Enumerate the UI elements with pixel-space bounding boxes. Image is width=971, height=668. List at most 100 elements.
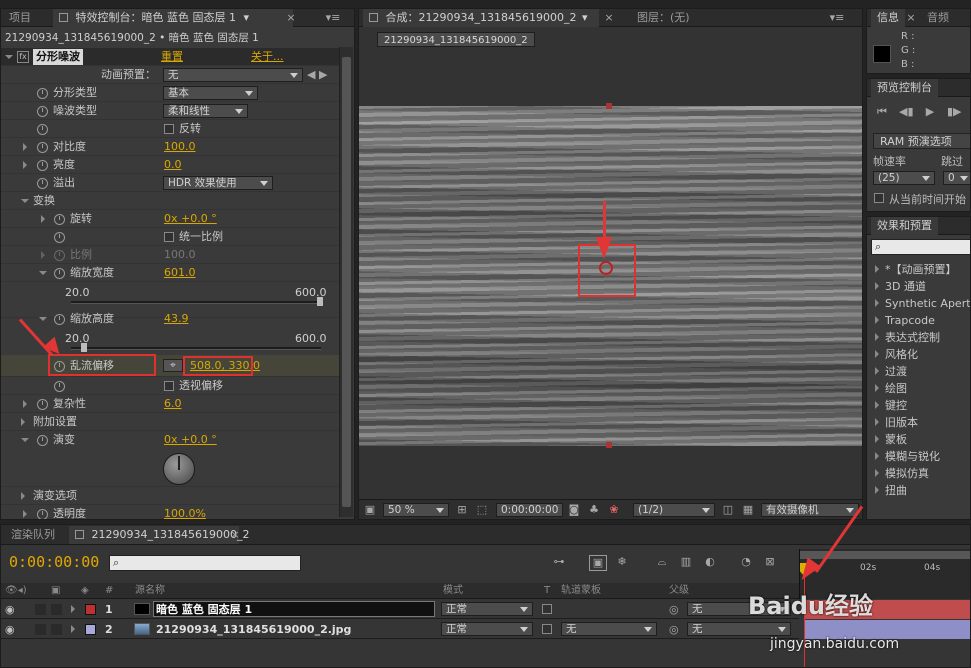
reset-link[interactable]: 重置: [161, 48, 183, 66]
close-tab-icon[interactable]: ×: [229, 528, 241, 542]
mode-header[interactable]: 模式: [443, 583, 463, 599]
color-channels-icon[interactable]: ❀: [607, 503, 621, 517]
lock-icon[interactable]: [75, 530, 84, 539]
crosshair-icon[interactable]: ⌖: [163, 359, 183, 372]
mask-view-icon[interactable]: ⬚: [475, 503, 489, 517]
frame-rate-dropdown[interactable]: (25): [873, 171, 935, 185]
timeline-search-input[interactable]: ⌕: [109, 555, 301, 571]
stopwatch-icon[interactable]: [54, 214, 65, 225]
snapshot-icon[interactable]: ◙: [567, 503, 581, 517]
layer-parent-dropdown[interactable]: 无: [687, 622, 791, 636]
stopwatch-icon[interactable]: [37, 178, 48, 189]
zoom-dropdown[interactable]: 50 %: [383, 503, 449, 517]
twirl-icon[interactable]: [875, 452, 879, 460]
hide-shy-icon[interactable]: ❄: [613, 555, 631, 569]
effects-list-item[interactable]: 绘图: [875, 380, 907, 397]
pickwhip-icon[interactable]: ◎: [669, 600, 679, 619]
lock-icon[interactable]: [369, 13, 378, 22]
transparency-grid-icon[interactable]: ▦: [741, 503, 755, 517]
twirl-icon[interactable]: [875, 401, 879, 409]
safe-zones-icon[interactable]: ⊞: [455, 503, 469, 517]
preset-dropdown[interactable]: 无: [163, 68, 303, 82]
tab-effects-presets[interactable]: 效果和预置: [871, 217, 938, 235]
always-preview-icon[interactable]: ▣: [363, 503, 377, 517]
tab-info[interactable]: 信息: [871, 9, 905, 27]
twirl-icon[interactable]: [23, 400, 27, 408]
tab-composition[interactable]: 合成：21290934_131845619000_2 ▾: [363, 9, 599, 27]
twirl-icon[interactable]: [21, 492, 25, 500]
effects-list-item[interactable]: 键控: [875, 397, 907, 414]
twirl-icon[interactable]: [875, 350, 879, 358]
skip-field[interactable]: 0: [943, 171, 970, 185]
draft-3d-icon[interactable]: ▣: [589, 555, 607, 571]
noise-type-dropdown[interactable]: 柔和线性: [163, 104, 248, 118]
layer-mode-dropdown[interactable]: 正常: [441, 602, 533, 616]
overflow-dropdown[interactable]: HDR 效果使用: [163, 176, 273, 190]
stopwatch-icon[interactable]: [37, 142, 48, 153]
twirl-icon[interactable]: [875, 316, 879, 324]
close-tab-icon[interactable]: ×: [603, 11, 615, 25]
close-tab-icon[interactable]: ×: [905, 11, 917, 25]
tab-preview[interactable]: 预览控制台: [871, 79, 938, 97]
tab-layer[interactable]: 图层：(无): [631, 9, 696, 27]
scale-height-value[interactable]: 43.9: [164, 310, 189, 328]
twirl-icon[interactable]: [875, 418, 879, 426]
stopwatch-icon[interactable]: [54, 314, 65, 325]
stopwatch-icon[interactable]: [37, 399, 48, 410]
layer-mode-dropdown[interactable]: 正常: [441, 622, 533, 636]
twirl-icon[interactable]: [875, 299, 879, 307]
effects-list-item[interactable]: 模拟仿真: [875, 465, 929, 482]
twirl-icon[interactable]: [41, 215, 45, 223]
twirl-icon[interactable]: [39, 271, 47, 275]
timeline-timecode[interactable]: 0:00:00:00: [9, 553, 99, 571]
play-icon[interactable]: ▶: [923, 105, 937, 119]
rotation-value[interactable]: 0x +0.0 °: [164, 210, 217, 228]
complexity-value[interactable]: 6.0: [164, 395, 182, 413]
next-frame-icon[interactable]: ▮▶: [947, 105, 962, 119]
twirl-icon[interactable]: [21, 418, 25, 426]
fx-icon[interactable]: fx: [17, 51, 29, 63]
stopwatch-icon[interactable]: [37, 160, 48, 171]
preserve-transparency-checkbox[interactable]: [542, 624, 552, 634]
camera-dropdown[interactable]: 有效摄像机: [761, 503, 859, 517]
twirl-icon[interactable]: [21, 438, 29, 442]
effects-list-item[interactable]: Trapcode: [875, 312, 935, 329]
twirl-icon[interactable]: [875, 435, 879, 443]
evolution-dial[interactable]: [163, 453, 195, 485]
lock-box[interactable]: [51, 624, 62, 635]
about-link[interactable]: 关于...: [251, 48, 284, 66]
scale-height-slider-track[interactable]: [71, 347, 321, 350]
contrast-value[interactable]: 100.0: [164, 138, 196, 156]
preserve-transparency-checkbox[interactable]: [542, 604, 552, 614]
show-snapshot-icon[interactable]: ♣: [587, 503, 601, 517]
twirl-icon[interactable]: [23, 143, 27, 151]
effects-list-item[interactable]: *【动画预置】: [875, 261, 957, 278]
layer-handle-bottom[interactable]: [606, 442, 612, 448]
stopwatch-icon[interactable]: [54, 232, 65, 243]
tab-timeline-comp[interactable]: 21290934_131845619000_2: [69, 526, 249, 544]
region-of-interest-icon[interactable]: ◫: [721, 503, 735, 517]
layer-twirl[interactable]: [71, 605, 75, 613]
perspective-offset-checkbox[interactable]: [164, 381, 174, 391]
eye-icon[interactable]: ◉: [5, 620, 15, 639]
effects-list-item[interactable]: 模糊与锐化: [875, 448, 940, 465]
effects-list-item[interactable]: 风格化: [875, 346, 918, 363]
effects-list-item[interactable]: 3D 通道: [875, 278, 926, 295]
prev-frame-icon[interactable]: ◀▮: [899, 105, 914, 119]
twirl-icon[interactable]: [875, 469, 879, 477]
solo-box[interactable]: [35, 604, 46, 615]
evolution-value[interactable]: 0x +0.0 °: [164, 431, 217, 449]
twirl-icon[interactable]: [21, 199, 29, 203]
pickwhip-icon[interactable]: ◎: [669, 620, 679, 639]
twirl-icon[interactable]: [41, 251, 45, 259]
from-current-checkbox[interactable]: [874, 193, 884, 203]
close-tab-icon[interactable]: ×: [285, 11, 297, 25]
scale-height-slider-thumb[interactable]: [81, 343, 88, 352]
fractal-type-dropdown[interactable]: 基本: [163, 86, 258, 100]
stopwatch-icon[interactable]: [37, 124, 48, 135]
first-frame-icon[interactable]: ⏮: [875, 105, 889, 119]
effects-search-input[interactable]: ⌕: [871, 239, 970, 255]
solo-box[interactable]: [35, 624, 46, 635]
graph-editor-icon[interactable]: ◐: [701, 555, 719, 569]
scale-width-value[interactable]: 601.0: [164, 264, 196, 282]
